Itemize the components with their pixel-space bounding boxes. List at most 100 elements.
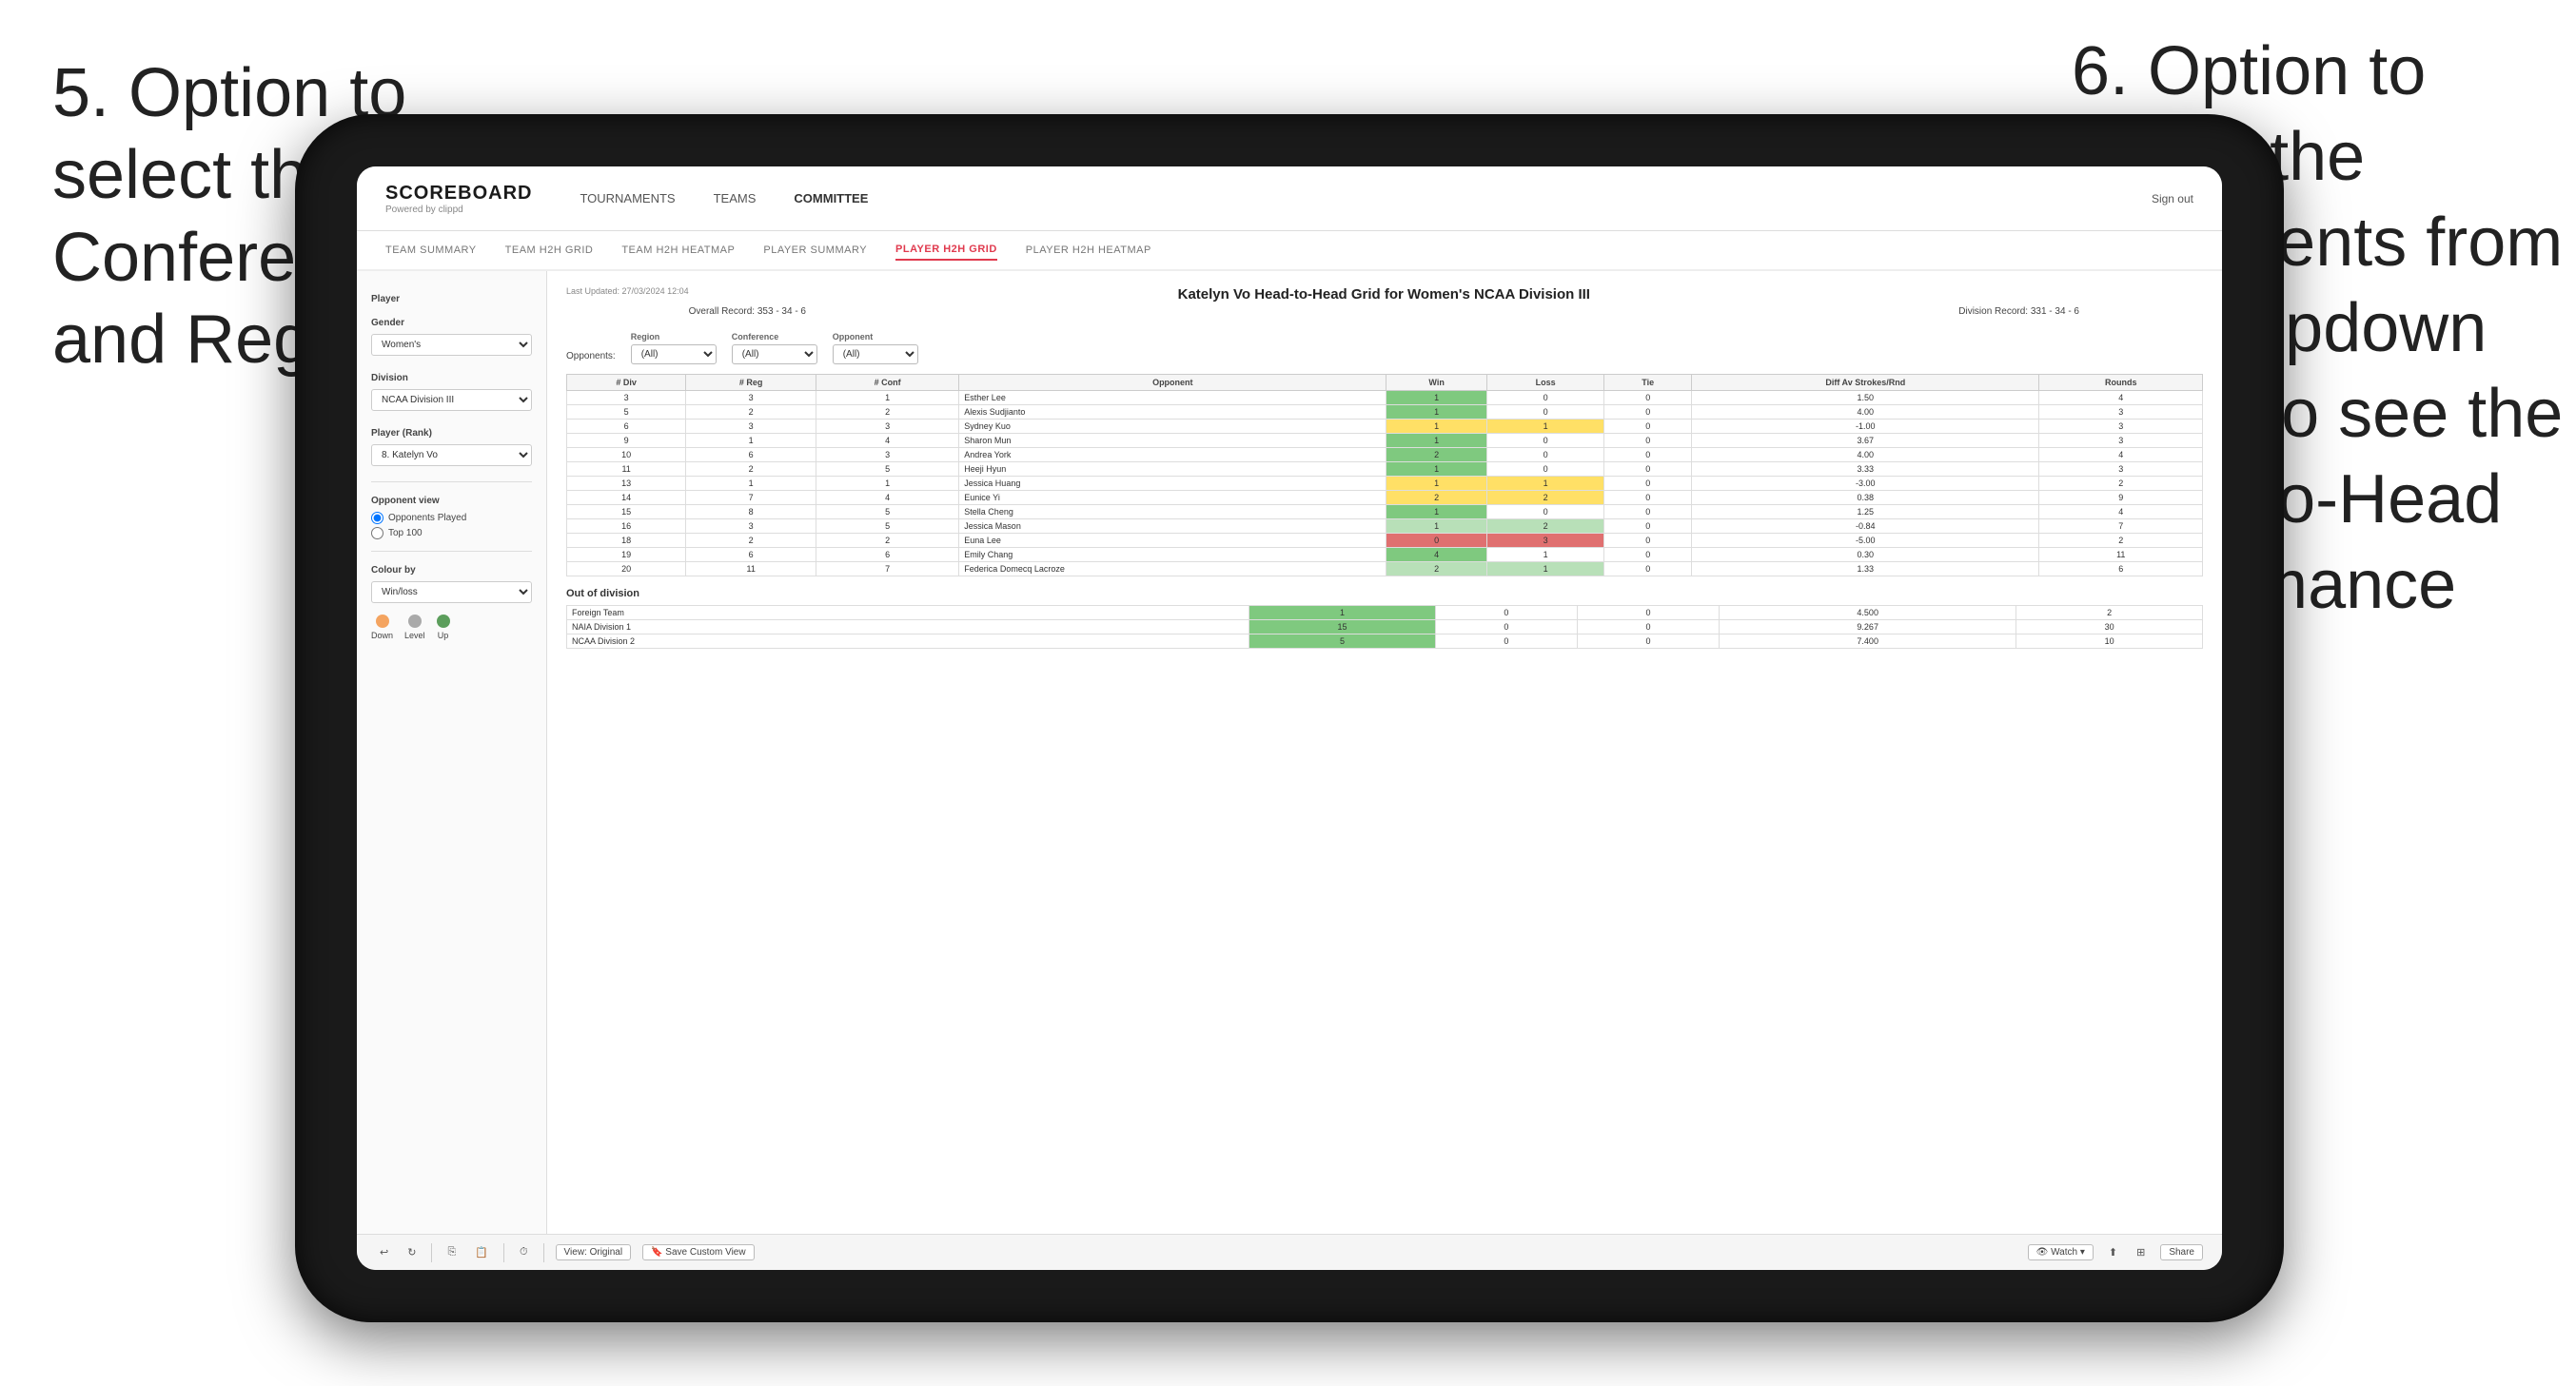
subnav-team-h2h-grid[interactable]: TEAM H2H GRID [505, 241, 594, 260]
records-row: Overall Record: 353 - 34 - 6 Division Re… [689, 306, 2079, 317]
cell-tie: 0 [1604, 434, 1692, 448]
overall-record: Overall Record: 353 - 34 - 6 [689, 306, 806, 317]
cell-div: 19 [567, 548, 686, 562]
colour-by-select[interactable]: Win/loss [371, 581, 532, 603]
filter-row: Opponents: Region (All) Conference (All) [566, 332, 2203, 364]
ood-cell-opponent: Foreign Team [567, 606, 1249, 620]
grid-area: Last Updated: 27/03/2024 12:04 Katelyn V… [547, 271, 2222, 1234]
ood-cell-rounds: 30 [2016, 620, 2203, 634]
nav-tournaments[interactable]: TOURNAMENTS [580, 186, 675, 210]
cell-reg: 11 [686, 562, 816, 576]
opponent-filter-select[interactable]: (All) [833, 344, 918, 364]
grid-header: Last Updated: 27/03/2024 12:04 Katelyn V… [566, 286, 2203, 326]
col-conf: # Conf [816, 375, 959, 391]
subnav-player-summary[interactable]: PLAYER SUMMARY [763, 241, 867, 260]
division-record: Division Record: 331 - 34 - 6 [1958, 306, 2079, 317]
nav-committee[interactable]: COMMITTEE [794, 186, 868, 210]
subnav-player-h2h-grid[interactable]: PLAYER H2H GRID [895, 240, 997, 261]
cell-conf: 5 [816, 462, 959, 477]
redo-button[interactable]: ↻ [403, 1244, 420, 1260]
radio-top-100[interactable]: Top 100 [371, 527, 532, 539]
cell-rounds: 2 [2039, 477, 2203, 491]
subnav-team-summary[interactable]: TEAM SUMMARY [385, 241, 477, 260]
sidebar-divider-1 [371, 481, 532, 482]
ood-cell-loss: 0 [1435, 606, 1577, 620]
cell-loss: 0 [1486, 505, 1603, 519]
view-original-button[interactable]: View: Original [556, 1244, 632, 1260]
table-row: 18 2 2 Euna Lee 0 3 0 -5.00 2 [567, 534, 2203, 548]
cell-diff: 4.00 [1692, 405, 2039, 420]
col-win: Win [1386, 375, 1487, 391]
cell-win: 1 [1386, 505, 1487, 519]
cell-win: 1 [1386, 477, 1487, 491]
nav-teams[interactable]: TEAMS [714, 186, 757, 210]
grid-button[interactable]: ⊞ [2133, 1244, 2149, 1260]
cell-conf: 6 [816, 548, 959, 562]
cell-rounds: 7 [2039, 519, 2203, 534]
cell-reg: 3 [686, 519, 816, 534]
opponent-filter-group: Opponent (All) [833, 332, 918, 364]
cell-loss: 0 [1486, 448, 1603, 462]
cell-opponent: Sydney Kuo [959, 420, 1386, 434]
cell-win: 2 [1386, 562, 1487, 576]
conference-filter-select[interactable]: (All) [732, 344, 817, 364]
cell-win: 1 [1386, 519, 1487, 534]
ood-cell-win: 5 [1249, 634, 1436, 649]
cell-diff: 3.67 [1692, 434, 2039, 448]
share-button[interactable]: Share [2160, 1244, 2203, 1260]
table-row: 10 6 3 Andrea York 2 0 0 4.00 4 [567, 448, 2203, 462]
cell-div: 14 [567, 491, 686, 505]
col-diff: Diff Av Strokes/Rnd [1692, 375, 2039, 391]
cell-rounds: 3 [2039, 420, 2203, 434]
clock-button[interactable]: ⏱ [516, 1244, 532, 1260]
copy-button[interactable]: ⎘ [443, 1244, 460, 1260]
paste-button[interactable]: 📋 [471, 1244, 492, 1260]
cell-reg: 2 [686, 534, 816, 548]
radio-opponents-played[interactable]: Opponents Played [371, 512, 532, 524]
cell-conf: 1 [816, 391, 959, 405]
cell-conf: 3 [816, 448, 959, 462]
ood-cell-win: 15 [1249, 620, 1436, 634]
save-custom-button[interactable]: 🔖 Save Custom View [642, 1244, 755, 1260]
cell-tie: 0 [1604, 505, 1692, 519]
player-rank-select[interactable]: 8. Katelyn Vo [371, 444, 532, 466]
cell-win: 1 [1386, 434, 1487, 448]
cell-diff: 1.25 [1692, 505, 2039, 519]
ood-cell-tie: 0 [1577, 606, 1719, 620]
cell-rounds: 4 [2039, 505, 2203, 519]
conference-filter-group: Conference (All) [732, 332, 817, 364]
cell-opponent: Heeji Hyun [959, 462, 1386, 477]
cell-conf: 7 [816, 562, 959, 576]
out-of-division-title: Out of division [566, 588, 2203, 599]
toolbar-divider-1 [431, 1243, 432, 1262]
region-filter-label: Region [631, 332, 717, 342]
watch-button[interactable]: 👁 Watch ▾ [2028, 1244, 2094, 1260]
cell-win: 2 [1386, 491, 1487, 505]
cell-loss: 1 [1486, 562, 1603, 576]
ood-table-row: NCAA Division 2 5 0 0 7.400 10 [567, 634, 2203, 649]
ood-cell-rounds: 2 [2016, 606, 2203, 620]
cell-div: 18 [567, 534, 686, 548]
cell-tie: 0 [1604, 548, 1692, 562]
col-opponent: Opponent [959, 375, 1386, 391]
sign-out-link[interactable]: Sign out [2152, 192, 2193, 205]
region-filter-select[interactable]: (All) [631, 344, 717, 364]
cell-div: 3 [567, 391, 686, 405]
gender-select[interactable]: Women's [371, 334, 532, 356]
subnav-team-h2h-heatmap[interactable]: TEAM H2H HEATMAP [621, 241, 735, 260]
out-of-division-table: Foreign Team 1 0 0 4.500 2 NAIA Division… [566, 605, 2203, 649]
export-button[interactable]: ⬆ [2105, 1244, 2121, 1260]
cell-rounds: 4 [2039, 391, 2203, 405]
cell-tie: 0 [1604, 477, 1692, 491]
cell-diff: -1.00 [1692, 420, 2039, 434]
tablet-screen: SCOREBOARD Powered by clippd TOURNAMENTS… [357, 166, 2222, 1270]
conference-filter-label: Conference [732, 332, 817, 342]
subnav-player-h2h-heatmap[interactable]: PLAYER H2H HEATMAP [1026, 241, 1151, 260]
cell-rounds: 9 [2039, 491, 2203, 505]
cell-opponent: Sharon Mun [959, 434, 1386, 448]
undo-button[interactable]: ↩ [376, 1244, 392, 1260]
division-select[interactable]: NCAA Division III [371, 389, 532, 411]
cell-tie: 0 [1604, 534, 1692, 548]
table-row: 11 2 5 Heeji Hyun 1 0 0 3.33 3 [567, 462, 2203, 477]
bottom-toolbar: ↩ ↻ ⎘ 📋 ⏱ View: Original 🔖 Save Custom V… [357, 1234, 2222, 1270]
